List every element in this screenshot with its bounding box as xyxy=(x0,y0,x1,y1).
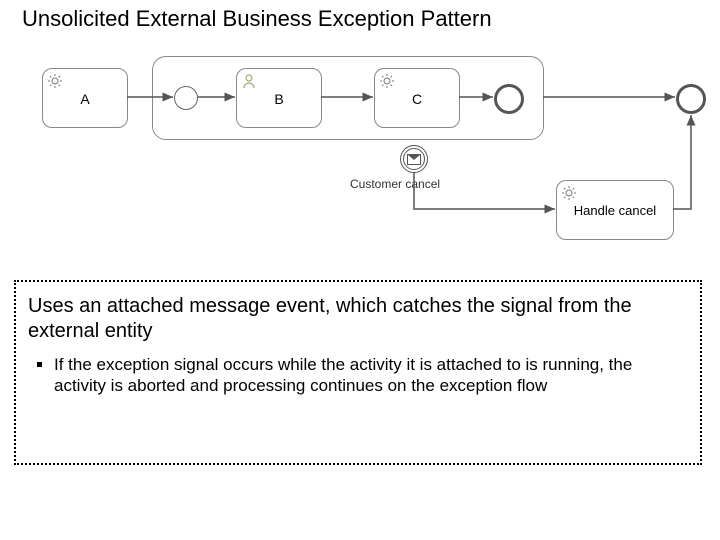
detail-item: If the exception signal occurs while the… xyxy=(54,354,690,397)
sequence-flows xyxy=(0,40,720,240)
slide-root: Unsolicited External Business Exception … xyxy=(0,0,720,540)
summary-text: Uses an attached message event, which ca… xyxy=(28,294,688,344)
slide-title: Unsolicited External Business Exception … xyxy=(22,6,492,32)
detail-list: If the exception signal occurs while the… xyxy=(54,354,690,397)
explanation-box: Uses an attached message event, which ca… xyxy=(14,280,702,465)
bpmn-diagram: A B C Customer cancel xyxy=(0,40,720,240)
